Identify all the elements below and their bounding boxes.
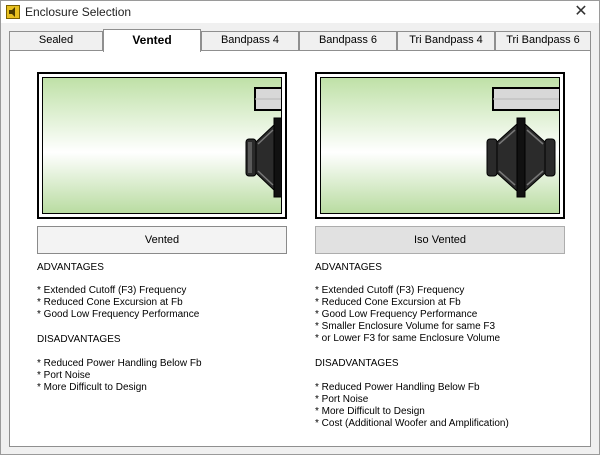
vented-advantage-item: * Reduced Cone Excursion at Fb [37,297,183,308]
iso-vented-enclosure-graphic [486,87,559,198]
enclosure-selection-window: Enclosure Selection ✕ Sealed Vented Band… [0,0,600,455]
iso-vented-advantage-item: * Smaller Enclosure Volume for same F3 [315,321,496,332]
vented-advantage-item: * Good Low Frequency Performance [37,309,200,320]
port-tube [254,87,281,111]
vented-enclosure-diagram[interactable] [37,72,287,219]
title-bar[interactable]: Enclosure Selection ✕ [1,1,599,23]
vented-disadvantage-item: * More Difficult to Design [37,382,147,393]
port-tube [492,87,559,111]
baffle [516,117,526,198]
iso-vented-advantage-item: * Reduced Cone Excursion at Fb [315,297,461,308]
iso-vented-disadvantage-item: * Reduced Power Handling Below Fb [315,382,480,393]
tab-tri-bandpass-6[interactable]: Tri Bandpass 6 [495,31,591,50]
woofer-driver-front [486,122,518,193]
iso-vented-disadvantage-item: * More Difficult to Design [315,406,425,417]
tab-bandpass-4[interactable]: Bandpass 4 [201,31,299,50]
iso-vented-advantage-item: * Good Low Frequency Performance [315,309,478,320]
iso-vented-advantages-heading: ADVANTAGES [315,262,382,273]
iso-vented-disadvantage-item: * Port Noise [315,394,369,405]
iso-vented-disadvantages-heading: DISADVANTAGES [315,358,399,369]
vented-button[interactable]: Vented [37,226,287,254]
woofer-driver-rear [524,122,556,193]
tab-tri-bandpass-4[interactable]: Tri Bandpass 4 [397,31,495,50]
woofer-driver [245,117,281,198]
vented-enclosure-graphic [245,87,281,198]
iso-vented-disadvantage-item: * Cost (Additional Woofer and Amplificat… [315,418,509,429]
window-title: Enclosure Selection [25,5,132,19]
iso-vented-advantage-item: * or Lower F3 for same Enclosure Volume [315,333,501,344]
iso-vented-advantage-item: * Extended Cutoff (F3) Frequency [315,285,465,296]
vented-disadvantage-item: * Reduced Power Handling Below Fb [37,358,202,369]
tab-bandpass-6[interactable]: Bandpass 6 [299,31,397,50]
iso-vented-button[interactable]: Iso Vented [315,226,565,254]
close-button[interactable]: ✕ [571,2,591,22]
vented-disadvantages-heading: DISADVANTAGES [37,334,121,345]
vented-advantages-heading: ADVANTAGES [37,262,104,273]
tab-sealed[interactable]: Sealed [9,31,103,50]
iso-vented-enclosure-diagram[interactable] [315,72,565,219]
speaker-app-icon [6,5,20,19]
vented-advantage-item: * Extended Cutoff (F3) Frequency [37,285,187,296]
tab-vented[interactable]: Vented [103,29,201,52]
vented-disadvantage-item: * Port Noise [37,370,91,381]
tab-panel-vented: Vented Iso Vented ADVANTAGES * Extended … [9,50,591,447]
